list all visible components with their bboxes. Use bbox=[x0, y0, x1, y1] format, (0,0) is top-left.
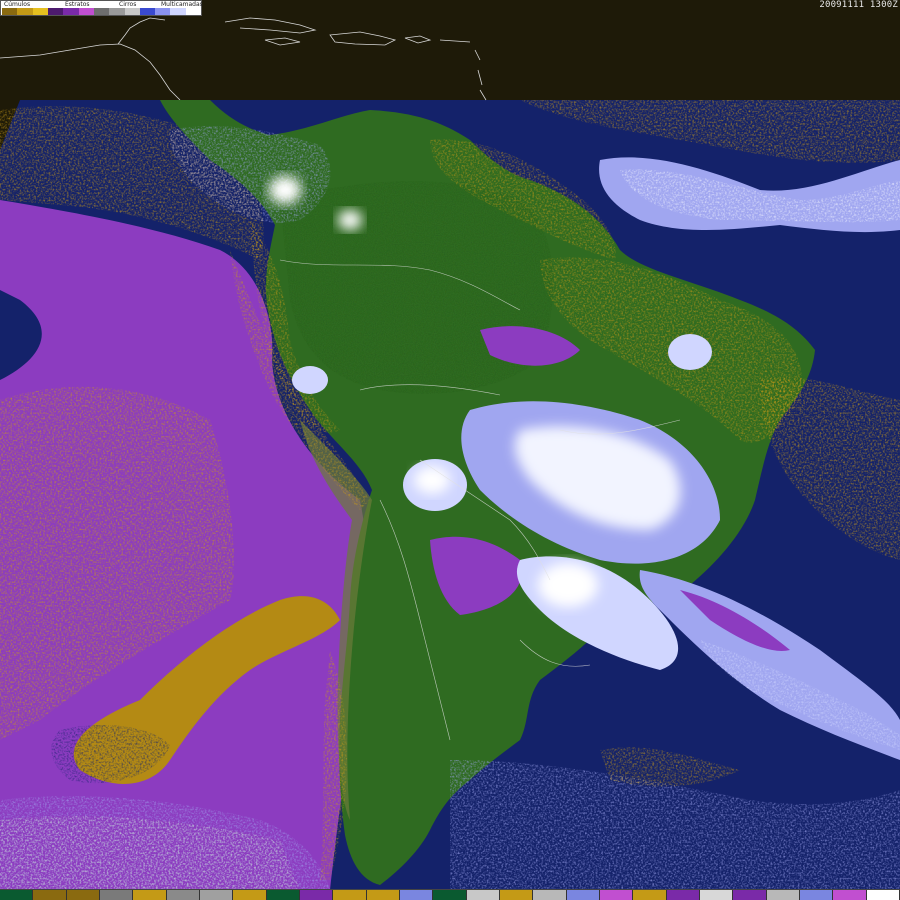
convection-bolivia-core bbox=[414, 466, 450, 494]
strip-swatch-23 bbox=[733, 890, 767, 900]
strip-swatch-1 bbox=[0, 890, 34, 900]
strip-swatch-15 bbox=[466, 890, 500, 900]
strip-swatch-7 bbox=[199, 890, 234, 900]
legend-swatch-1 bbox=[2, 8, 18, 15]
strip-swatch-16 bbox=[499, 890, 534, 900]
strip-swatch-3 bbox=[66, 890, 100, 900]
legend-swatch-13 bbox=[185, 8, 202, 15]
strip-swatch-9 bbox=[266, 890, 300, 900]
strip-swatch-12 bbox=[366, 890, 400, 900]
satellite-cloud-map bbox=[0, 0, 900, 890]
strip-swatch-17 bbox=[533, 890, 567, 900]
strip-swatch-6 bbox=[166, 890, 200, 900]
legend-swatch-6 bbox=[78, 8, 94, 15]
legend-swatch-7 bbox=[93, 8, 110, 15]
strip-swatch-14 bbox=[433, 890, 467, 900]
legend-swatch-10 bbox=[139, 8, 156, 15]
convection-peru bbox=[292, 366, 328, 394]
strip-swatch-22 bbox=[699, 890, 734, 900]
cloud-type-legend: Cúmulos Estratos Cirros Multicamadas bbox=[0, 0, 203, 16]
strip-swatch-25 bbox=[799, 890, 834, 900]
convection-south-core bbox=[538, 563, 598, 607]
strip-swatch-4 bbox=[99, 890, 134, 900]
strip-swatch-24 bbox=[766, 890, 800, 900]
legend-color-bar bbox=[2, 8, 202, 15]
convection-north-core-1 bbox=[269, 176, 301, 204]
legend-swatch-2 bbox=[17, 8, 33, 15]
legend-label-cirrus: Cirros bbox=[119, 1, 137, 8]
strip-swatch-20 bbox=[633, 890, 667, 900]
convection-north-core-2 bbox=[338, 210, 362, 230]
strip-swatch-18 bbox=[566, 890, 600, 900]
strip-swatch-5 bbox=[133, 890, 167, 900]
legend-label-stratus: Estratos bbox=[65, 1, 90, 8]
strip-swatch-26 bbox=[833, 890, 867, 900]
image-timestamp: 20091111 1300Z bbox=[819, 0, 898, 10]
legend-swatch-8 bbox=[109, 8, 125, 15]
legend-swatch-9 bbox=[124, 8, 140, 15]
legend-label-multilayer: Multicamadas bbox=[161, 1, 203, 8]
legend-swatch-4 bbox=[47, 8, 64, 15]
legend-swatch-12 bbox=[170, 8, 186, 15]
strip-swatch-8 bbox=[233, 890, 267, 900]
strip-swatch-13 bbox=[399, 890, 434, 900]
strip-swatch-11 bbox=[333, 890, 367, 900]
legend-swatch-3 bbox=[32, 8, 48, 15]
convection-northeast bbox=[668, 334, 712, 370]
strip-swatch-10 bbox=[299, 890, 334, 900]
strip-swatch-21 bbox=[666, 890, 700, 900]
legend-swatch-5 bbox=[63, 8, 79, 15]
strip-swatch-27 bbox=[866, 890, 900, 900]
bottom-color-strip bbox=[0, 889, 900, 900]
legend-swatch-11 bbox=[155, 8, 171, 15]
strip-swatch-19 bbox=[599, 890, 634, 900]
strip-swatch-2 bbox=[33, 890, 67, 900]
legend-label-cumulus: Cúmulos bbox=[4, 1, 31, 8]
